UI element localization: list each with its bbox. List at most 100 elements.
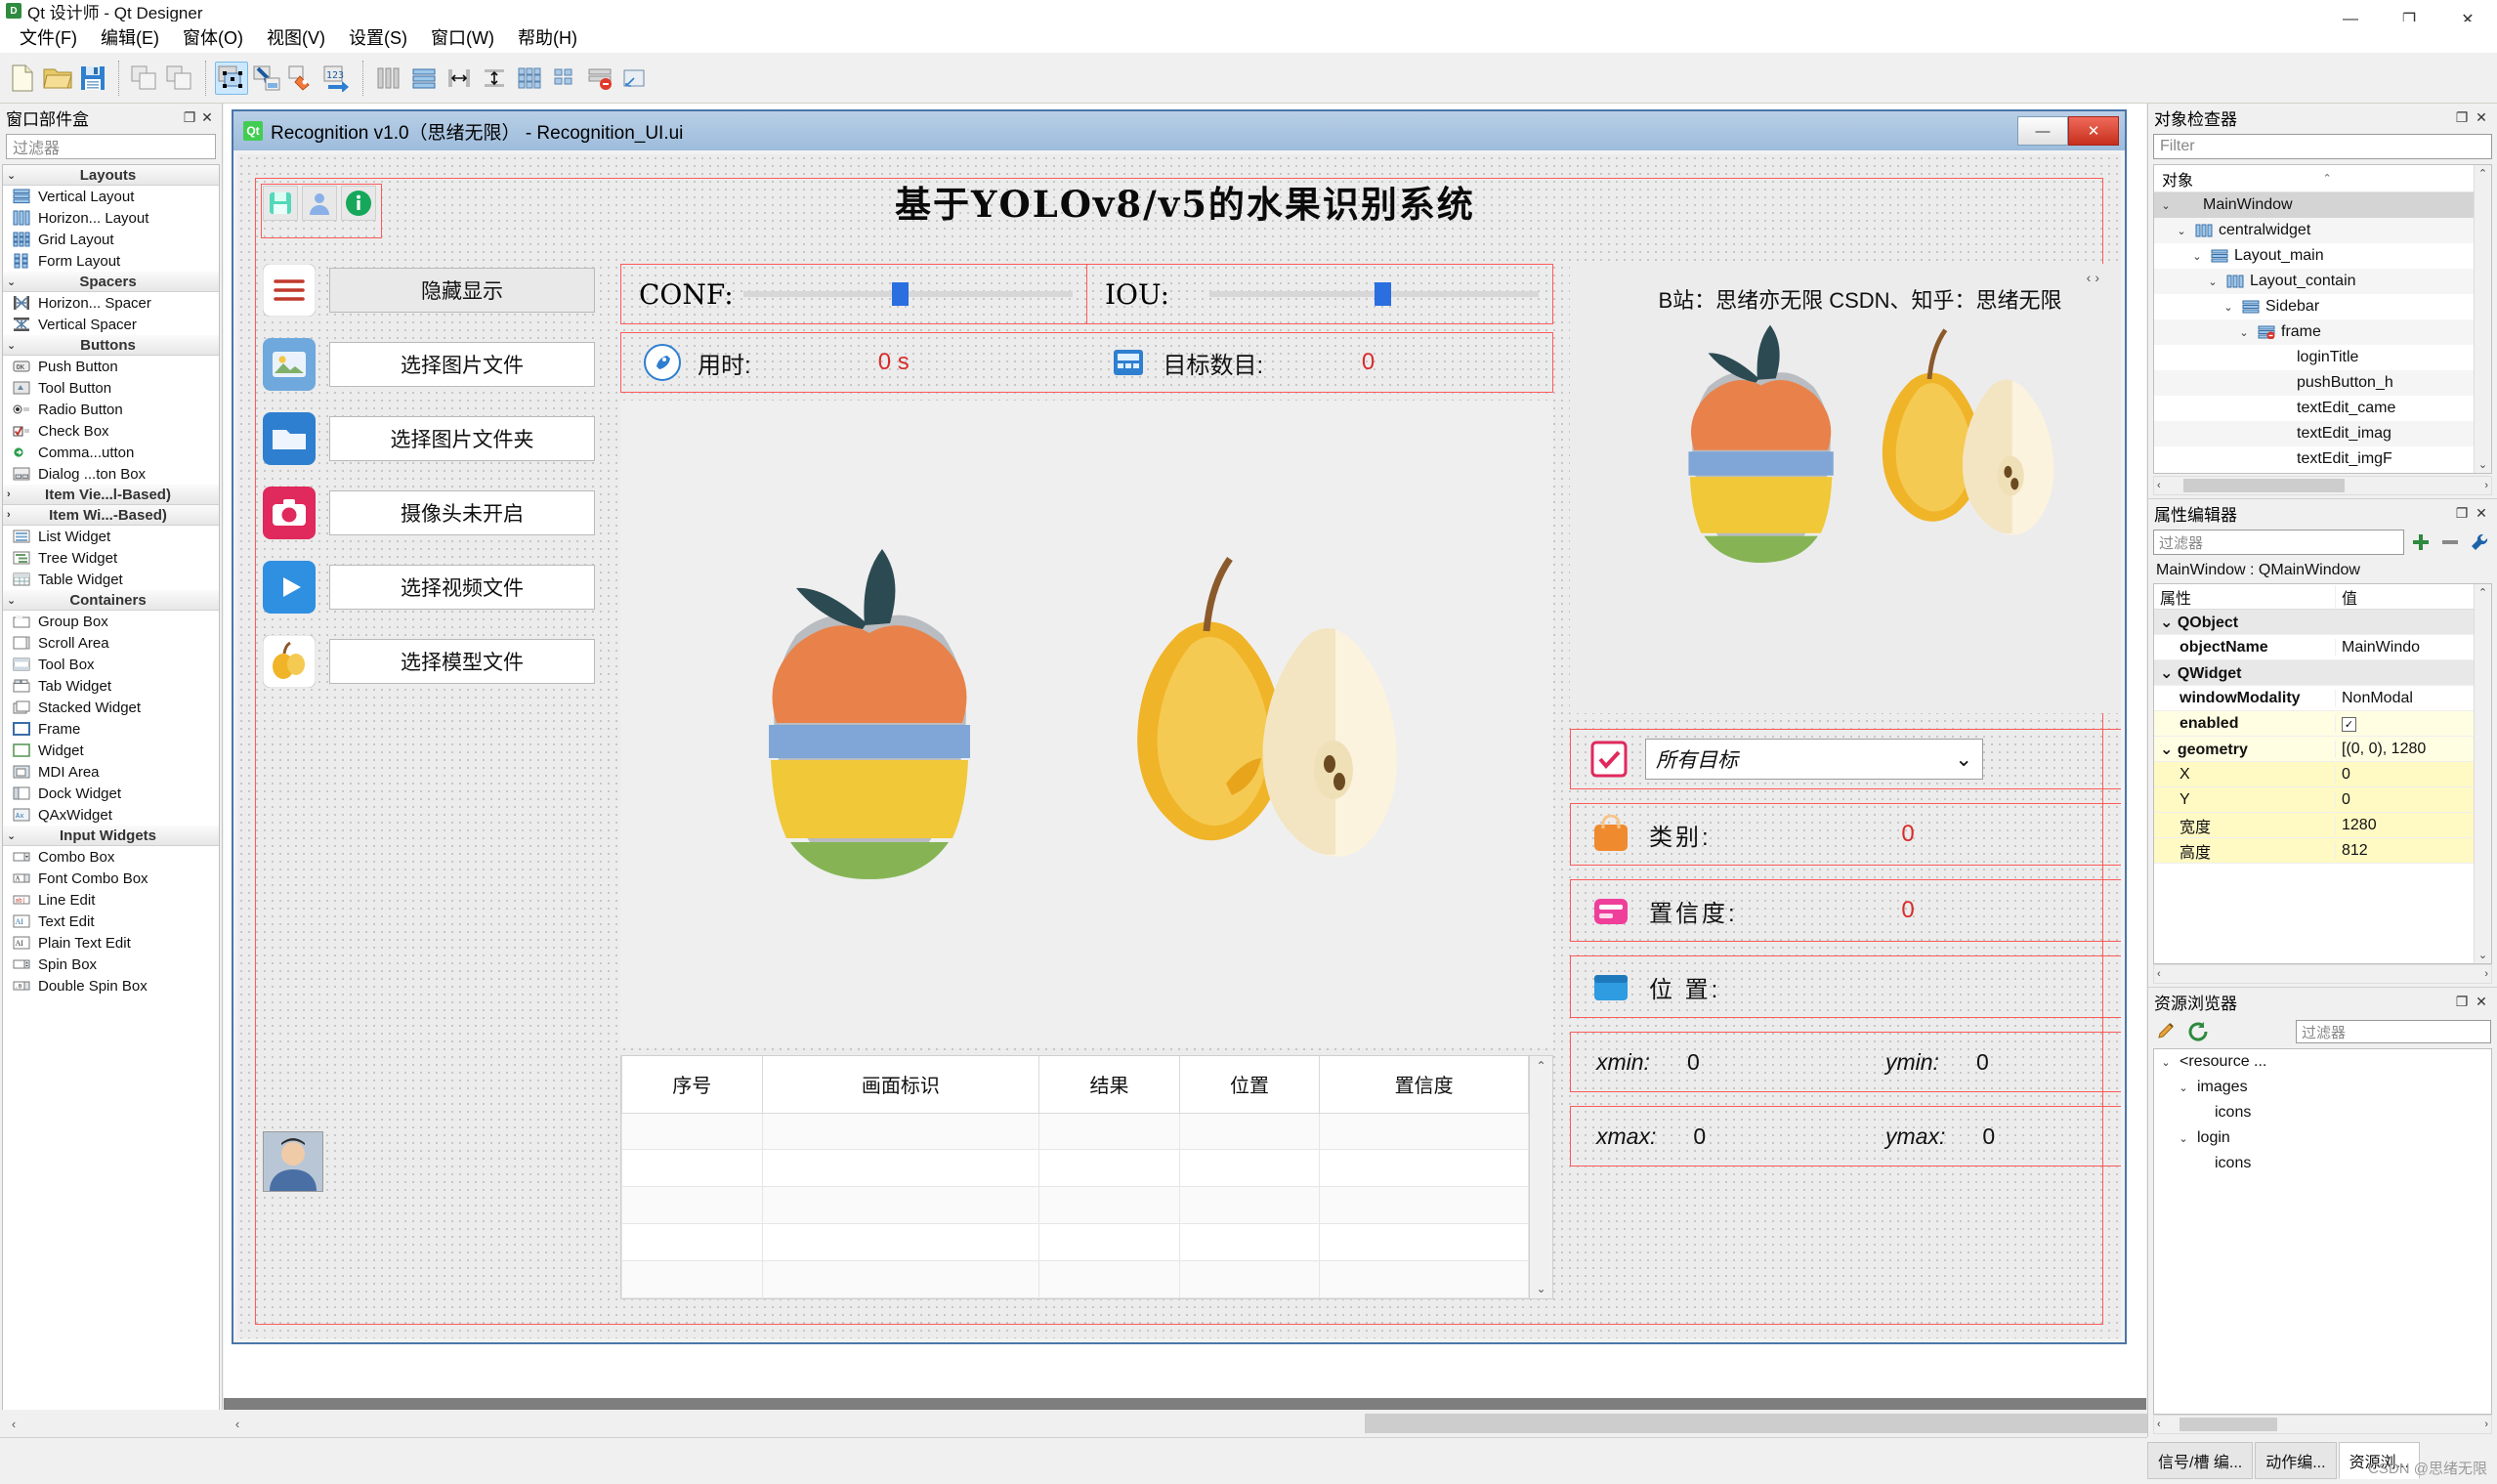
enabled-checkbox[interactable]: ✓ [2342,716,2356,732]
scroll-up-icon[interactable]: ⌃ [1536,1059,1545,1073]
scroll-up-icon[interactable]: ⌃ [2478,586,2487,599]
chevron-down-icon[interactable]: ⌄ [2158,199,2174,212]
resource-node-2[interactable]: icons [2154,1100,2491,1125]
edit-tab-order-icon[interactable]: 123 [320,62,354,95]
wrench-icon[interactable] [2467,530,2492,555]
property-row-9[interactable]: 高度 812 [2154,838,2491,864]
scroll-right-icon[interactable]: › [2484,1419,2488,1430]
bottom-tab-0[interactable]: 信号/槽 编... [2147,1442,2254,1479]
close-icon[interactable]: ✕ [2472,505,2491,522]
copy-icon[interactable] [128,62,161,95]
widget-box-item-5-2[interactable]: Tool Box [3,654,219,675]
scroll-left-icon[interactable]: ‹ [224,1410,251,1437]
resource-tree[interactable]: ⌄ <resource ... ⌄ images icons ⌄ login icons [2153,1048,2492,1415]
paste-icon[interactable] [163,62,196,95]
scroll-left-icon[interactable]: ‹ [2087,270,2092,285]
adjust-size-icon[interactable] [618,62,652,95]
menu-lines-icon[interactable] [263,264,316,317]
object-tree-node-9[interactable]: textEdit_imag [2154,421,2491,446]
form-canvas[interactable]: 基于YOLOv8/v5的水果识别系统 隐藏显示 选择图片文件 选择图片文件夹 摄像头未… [237,154,2121,1338]
scroll-down-icon[interactable]: ⌄ [2478,458,2487,471]
mdi-hscrollbar[interactable]: ‹ › [224,1410,2469,1437]
widget-box-item-6-1[interactable]: A Font Combo Box [3,868,219,889]
widget-box-category-3[interactable]: › Item Vie...l-Based) [3,485,219,505]
chevron-down-icon[interactable]: ⌄ [2221,301,2236,314]
scroll-left-icon[interactable]: ‹ [2157,1419,2161,1430]
menu-item-5[interactable]: 窗口(W) [419,21,506,53]
info-icon[interactable] [341,186,376,221]
object-tree-node-0[interactable]: ⌄ MainWindow [2154,192,2491,218]
object-tree-node-4[interactable]: ⌄ Sidebar [2154,294,2491,319]
iou-slider-handle[interactable] [1374,282,1391,306]
widget-box-category-4[interactable]: › Item Wi...-Based) [3,505,219,526]
menu-item-1[interactable]: 编辑(E) [89,21,171,53]
widget-box-item-5-6[interactable]: Widget [3,740,219,761]
widget-box-item-6-0[interactable]: Combo Box [3,846,219,868]
conf-slider[interactable] [743,282,1073,306]
object-tree-node-3[interactable]: ⌄ Layout_contain [2154,269,2491,294]
widget-box-item-5-7[interactable]: MDI Area [3,761,219,783]
object-tree-hscroll-thumb[interactable] [2183,479,2345,492]
conf-slider-handle[interactable] [891,282,909,306]
table-row[interactable] [621,1223,1529,1262]
save-form-icon[interactable] [76,62,109,95]
property-table-vscrollbar[interactable]: ⌃ ⌄ [2474,584,2491,963]
target-select[interactable]: 所有目标 ⌄ [1645,739,1983,780]
property-row-1[interactable]: objectName MainWindo [2154,635,2491,660]
object-tree-node-7[interactable]: pushButton_h [2154,370,2491,396]
property-row-value[interactable]: [(0, 0), 1280 [2335,740,2491,758]
close-icon[interactable]: ✕ [2472,109,2491,126]
property-table-hscrollbar[interactable]: ‹ › [2153,964,2492,984]
widget-box-item-1-1[interactable]: Vertical Spacer [3,314,219,335]
widget-box-category-1[interactable]: ⌄ Spacers [3,272,219,292]
property-row-value[interactable]: 1280 [2335,816,2491,834]
scroll-right-icon[interactable]: › [2484,968,2488,980]
float-icon[interactable]: ❐ [181,109,198,126]
property-table[interactable]: 属性 值 ⌄ QObject objectName MainWindo ⌄ QWidg… [2153,583,2492,964]
object-tree-hscrollbar[interactable]: ‹ › [2153,476,2492,495]
edit-widgets-icon[interactable] [215,61,248,95]
widget-box-item-2-5[interactable]: Dialog ...ton Box [3,463,219,485]
form-close-button[interactable]: ✕ [2068,116,2119,146]
reload-icon[interactable] [2185,1019,2211,1044]
layout-vertical-icon[interactable] [407,62,441,95]
scroll-down-icon[interactable]: ⌄ [2478,949,2487,961]
property-row-8[interactable]: 宽度 1280 [2154,813,2491,838]
property-row-value[interactable]: 0 [2335,790,2491,809]
widget-box-item-2-1[interactable]: Tool Button [3,377,219,399]
table-row[interactable] [621,1186,1529,1225]
results-table[interactable]: 序号 画面标识 结果 位置 置信度 ⌃ ⌄ [620,1055,1553,1299]
table-row[interactable] [621,1260,1529,1298]
widget-box-item-6-2[interactable]: ab| Line Edit [3,889,219,911]
widget-box-filter[interactable]: 过滤器 [6,134,216,159]
widget-box-item-2-3[interactable]: Check Box [3,420,219,442]
chevron-down-icon[interactable]: ⌄ [1955,747,1972,772]
property-row-4[interactable]: enabled ✓ [2154,711,2491,737]
property-row-value[interactable]: ✓ [2335,714,2491,733]
object-tree-node-2[interactable]: ⌄ Layout_main [2154,243,2491,269]
float-icon[interactable]: ❐ [2452,994,2472,1010]
resource-node-4[interactable]: icons [2154,1151,2491,1176]
property-row-value[interactable]: 812 [2335,841,2491,860]
object-tree-node-10[interactable]: textEdit_imgF [2154,446,2491,472]
widget-box-item-5-0[interactable]: Group Box [3,611,219,632]
resource-tree-hscroll-thumb[interactable] [2180,1418,2277,1431]
layout-grid-icon[interactable] [513,62,546,95]
sidebar-field-3[interactable]: 摄像头未开启 [329,490,595,535]
form-minimize-button[interactable]: — [2017,116,2068,146]
scroll-right-icon[interactable]: › [2095,270,2099,285]
property-row-0[interactable]: ⌄ QObject [2154,610,2491,635]
property-row-3[interactable]: windowModality NonModal [2154,686,2491,711]
menu-item-2[interactable]: 窗体(O) [171,21,255,53]
user-icon[interactable] [302,186,337,221]
minus-icon[interactable] [2437,530,2463,555]
menu-item-6[interactable]: 帮助(H) [506,21,589,53]
menu-item-4[interactable]: 设置(S) [337,21,419,53]
scroll-left-icon[interactable]: ‹ [0,1410,27,1437]
widget-box-item-0-3[interactable]: Form Layout [3,250,219,272]
object-tree-node-8[interactable]: textEdit_came [2154,396,2491,421]
chevron-down-icon[interactable]: ⌄ [2205,276,2221,288]
menu-item-0[interactable]: 文件(F) [8,21,89,53]
property-row-value[interactable]: 0 [2335,765,2491,784]
widget-box-item-5-1[interactable]: Scroll Area [3,632,219,654]
